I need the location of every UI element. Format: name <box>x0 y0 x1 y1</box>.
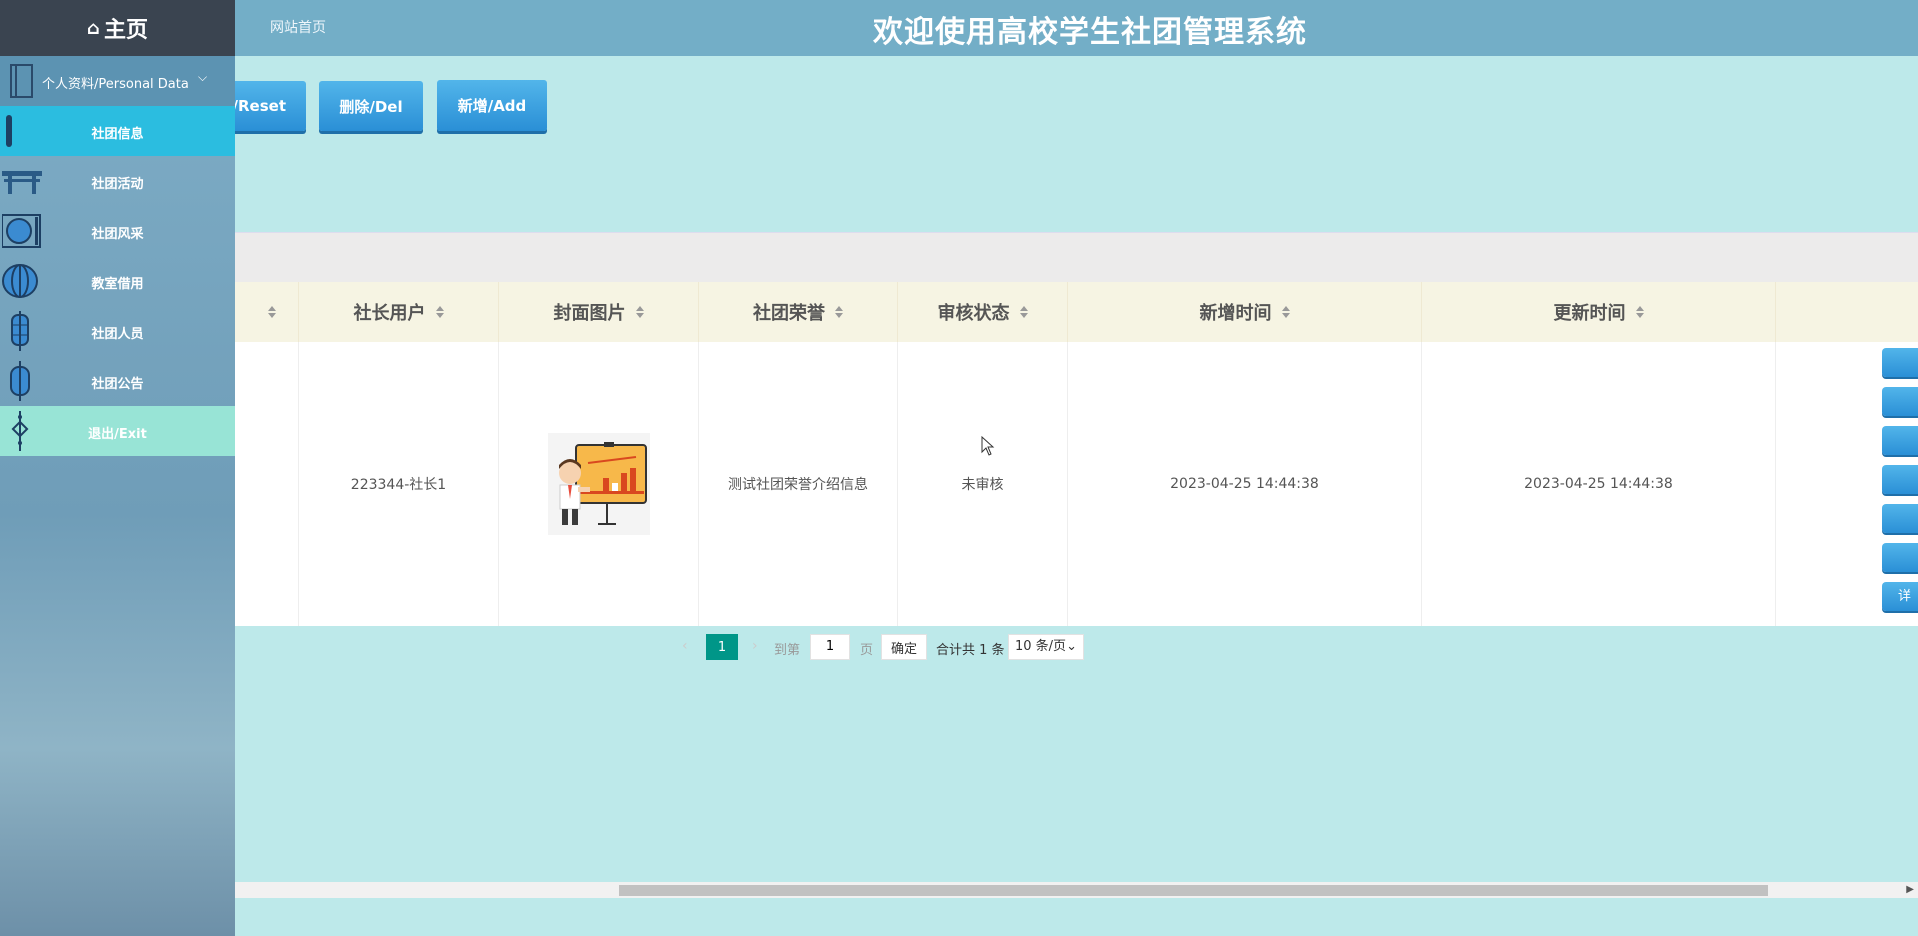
sidebar-item-classroom-borrow[interactable]: 教室借用 <box>0 256 235 306</box>
table-header: 社长用户 封面图片 社团荣誉 审核状态 新增时间 更新时间 <box>235 282 1918 342</box>
sort-icon[interactable] <box>267 305 276 319</box>
row-action-button-4[interactable] <box>1882 465 1918 494</box>
mouse-cursor-icon <box>981 436 995 456</box>
notebook-icon <box>10 64 33 98</box>
sort-icon[interactable] <box>635 305 644 319</box>
cell-created-at: 2023-04-25 14:44:38 <box>1068 342 1422 626</box>
header-partial-column[interactable] <box>235 282 299 342</box>
cell-updated-at: 2023-04-25 14:44:38 <box>1422 342 1776 626</box>
column-header-actions <box>1776 282 1918 342</box>
chevron-down-icon: ⌵ <box>198 70 208 84</box>
sidebar-item-club-info[interactable]: 社团信息 <box>0 106 235 156</box>
table-toolbar-band <box>235 232 1918 282</box>
home-icon: ⌂ <box>87 17 100 39</box>
column-header-leader[interactable]: 社长用户 <box>299 282 499 342</box>
sidebar-group-personal-data[interactable]: 个人资料/Personal Data ⌵ <box>0 56 235 106</box>
sidebar-item-club-activity[interactable]: 社团活动 <box>0 156 235 206</box>
column-header-cover[interactable]: 封面图片 <box>499 282 699 342</box>
delete-button[interactable]: 删除/Del <box>319 81 423 131</box>
sort-icon[interactable] <box>1019 305 1028 319</box>
row-action-button-1[interactable] <box>1882 348 1918 377</box>
pagination: ‹ 1 › 到第 1 页 确定 合计共 1 条 10 条/页 ⌄ <box>0 634 1918 662</box>
sidebar-item-club-notice[interactable]: 社团公告 <box>0 356 235 406</box>
current-page-number[interactable]: 1 <box>706 634 738 660</box>
next-page-icon[interactable]: › <box>752 638 758 654</box>
add-button[interactable]: 新增/Add <box>437 80 547 131</box>
cell-honor: 测试社团荣誉介绍信息 <box>699 342 898 626</box>
sort-icon[interactable] <box>435 305 444 319</box>
system-title: 欢迎使用高校学生社团管理系统 <box>873 15 1307 50</box>
row-action-button-2[interactable] <box>1882 387 1918 416</box>
row-action-button-6[interactable] <box>1882 543 1918 572</box>
scrollbar-thumb[interactable] <box>619 885 1768 896</box>
page-size-select[interactable]: 10 条/页 ⌄ <box>1008 634 1084 660</box>
sort-icon[interactable] <box>1281 305 1290 319</box>
cell-leader-user: 223344-社长1 <box>299 342 499 626</box>
sort-icon[interactable] <box>1635 305 1644 319</box>
table-row: 223344-社长1 测试社团荣誉介绍信息 未审核 2023-04-25 14:… <box>235 342 1918 626</box>
scroll-right-icon[interactable]: ▶ <box>1906 884 1914 895</box>
sidebar-item-exit[interactable]: 退出/Exit <box>0 406 235 456</box>
goto-label: 到第 <box>774 643 801 658</box>
sidebar-home[interactable]: ⌂ 主页 <box>0 0 235 56</box>
row-action-button-detail[interactable]: 详 <box>1882 582 1918 611</box>
horizontal-scrollbar[interactable]: ▶ <box>235 882 1918 898</box>
goto-confirm-button[interactable]: 确定 <box>881 634 927 660</box>
row-action-button-5[interactable] <box>1882 504 1918 533</box>
sort-icon[interactable] <box>835 305 843 319</box>
total-count: 合计共 1 条 <box>936 643 1005 658</box>
cell-cover-image <box>499 342 699 626</box>
top-header: 网站首页 欢迎使用高校学生社团管理系统 <box>0 0 1918 56</box>
chevron-down-icon: ⌄ <box>1066 639 1077 654</box>
sidebar-item-club-members[interactable]: 社团人员 <box>0 306 235 356</box>
page-unit-label: 页 <box>860 643 874 658</box>
row-action-button-3[interactable] <box>1882 426 1918 455</box>
sidebar: ⌂ 主页 个人资料/Personal Data ⌵ 社团信息 社团活动 社团风采… <box>0 0 235 936</box>
cell-audit-status: 未审核 <box>898 342 1068 626</box>
sidebar-item-club-style[interactable]: 社团风采 <box>0 206 235 256</box>
column-header-status[interactable]: 审核状态 <box>898 282 1068 342</box>
column-header-created[interactable]: 新增时间 <box>1068 282 1422 342</box>
column-header-updated[interactable]: 更新时间 <box>1422 282 1776 342</box>
partial-cell <box>235 342 299 626</box>
column-header-honor[interactable]: 社团荣誉 <box>699 282 898 342</box>
cover-image[interactable] <box>547 433 650 535</box>
goto-page-input[interactable]: 1 <box>810 634 850 660</box>
prev-page-icon[interactable]: ‹ <box>682 638 688 654</box>
